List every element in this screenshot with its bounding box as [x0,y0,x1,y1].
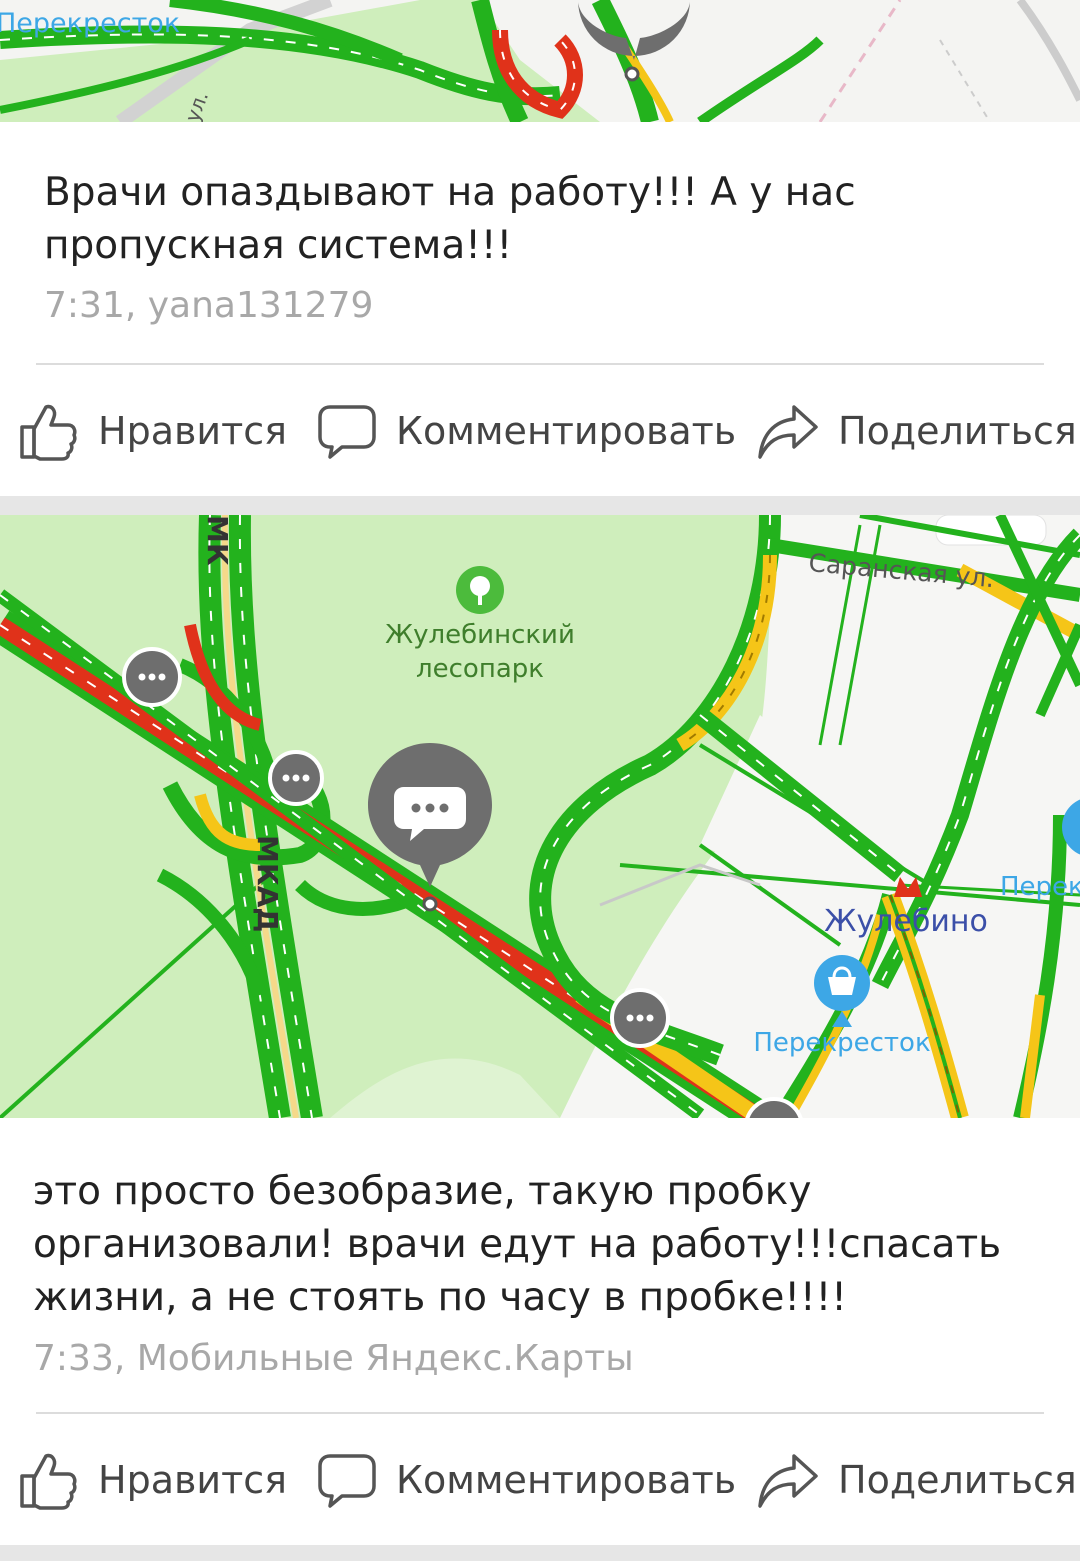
share-arrow-icon [758,405,818,459]
post-meta[interactable]: 7:33, Мобильные Яндекс.Карты [33,1338,634,1379]
comment-pin[interactable] [610,988,670,1048]
divider [36,363,1044,365]
share-label: Поделиться [838,1458,1077,1502]
comment-label: Комментировать [396,1458,737,1502]
post-text-line: Врачи опаздывают на работу!!! А у нас [44,170,856,215]
map-label-store: Перекресток [0,8,180,39]
map-label-park: лесопарк [416,654,544,684]
map-label-mkad: МК [201,515,234,566]
post-1: Перекресток ул. Врачи опаздывают на рабо… [0,0,1080,496]
speech-bubble-icon [318,405,376,459]
like-button[interactable]: Нравится [18,386,287,476]
divider [36,1412,1044,1414]
thumbs-up-icon [20,1453,77,1510]
map-label-metro: Жулебино [824,904,988,939]
post-text-line: это просто безобразие, такую пробку [33,1169,812,1214]
post-text: Врачи опаздывают на работу!!! А у нас пр… [44,166,856,272]
like-button[interactable]: Нравится [18,1435,287,1525]
comment-pin[interactable] [268,750,324,806]
comment-button[interactable]: Комментировать [318,386,736,476]
like-label: Нравится [98,1458,287,1502]
share-arrow-icon [758,1454,818,1508]
post-1-map[interactable]: Перекресток ул. [0,0,1080,122]
post-meta[interactable]: 7:31, yana131279 [44,285,373,326]
map-label-store: Перекресток [753,1028,930,1058]
share-label: Поделиться [838,409,1077,453]
post-text-line: организовали! врачи едут на работу!!!спа… [33,1222,1002,1267]
post-text: это просто безобразие, такую пробку орга… [33,1165,1001,1324]
comment-label: Комментировать [396,409,737,453]
thumbs-up-icon [20,404,77,461]
post-text-line: жизни, а не стоять по часу в пробке!!!! [33,1275,847,1320]
map-label-store-edge: Перек [1000,872,1080,902]
like-label: Нравится [98,409,287,453]
map-label-mkad: МКАД [251,835,284,932]
park-tree-icon [456,566,504,614]
comment-button[interactable]: Комментировать [318,1435,736,1525]
post-2: Жулебинский лесопарк Саранская ул. МКАД … [0,515,1080,1545]
comment-pin[interactable] [122,647,182,707]
post-actions: Нравится Комментировать Поделиться [0,1435,1080,1525]
share-button[interactable]: Поделиться [758,386,1077,476]
post-actions: Нравится Комментировать Поделиться [0,386,1080,476]
map-label-park: Жулебинский [385,620,575,650]
share-button[interactable]: Поделиться [758,1435,1077,1525]
post-text-line: пропускная система!!! [44,223,513,268]
speech-bubble-icon [318,1454,376,1508]
post-2-map[interactable]: Жулебинский лесопарк Саранская ул. МКАД … [0,515,1080,1118]
